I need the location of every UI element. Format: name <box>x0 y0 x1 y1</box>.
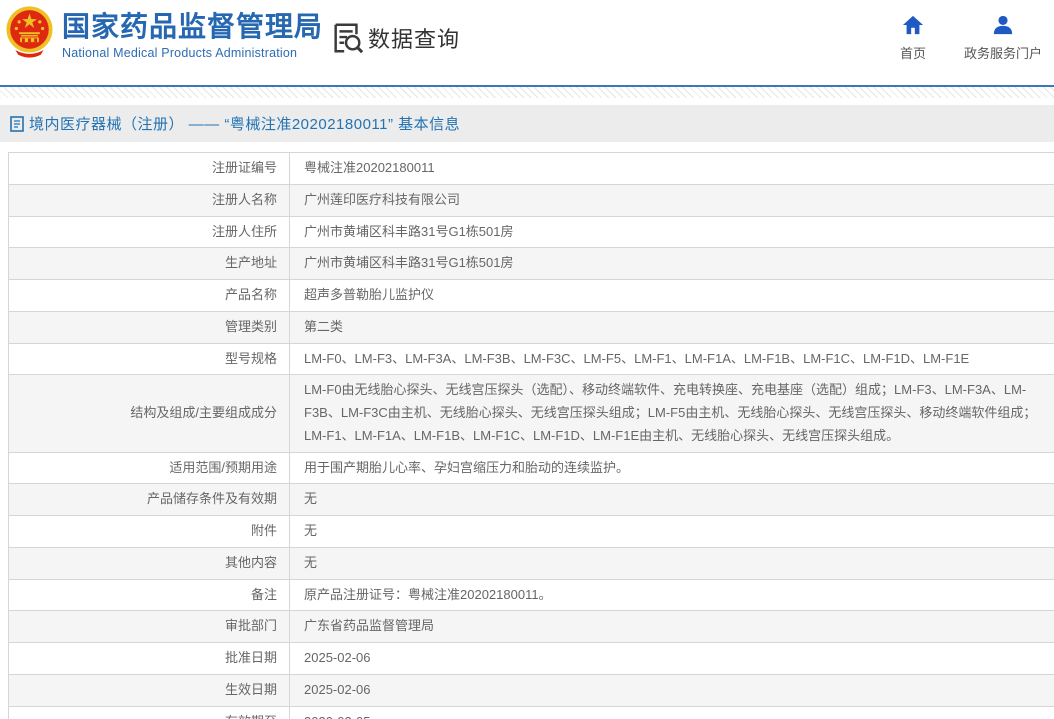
row-label: 注册证编号 <box>8 152 290 185</box>
row-value: 2030-02-05 <box>289 705 1054 719</box>
row-label: 其他内容 <box>8 546 290 580</box>
row-value: 第二类 <box>289 310 1054 344</box>
breadcrumb[interactable]: 境内医疗器械（注册） —— “粤械注准20202180011” 基本信息 <box>0 105 1054 142</box>
document-icon <box>10 115 24 132</box>
row-label: 备注 <box>8 578 290 612</box>
row-label: 附件 <box>8 515 290 548</box>
table-row: 其他内容无 <box>8 546 1054 580</box>
row-value: 2025-02-06 <box>289 642 1054 675</box>
table-row: 注册证编号 粤械注准20202180011 <box>8 152 1054 185</box>
row-value: LM-F0、LM-F3、LM-F3A、LM-F3B、LM-F3C、LM-F5、L… <box>289 342 1054 376</box>
hatch-band <box>0 87 1054 98</box>
row-label: 产品储存条件及有效期 <box>8 483 290 516</box>
table-row: 有效期至2030-02-05 <box>8 705 1054 719</box>
data-query-icon <box>334 23 364 54</box>
table-row: 适用范围/预期用途 用于围产期胎儿心率、孕妇宫缩压力和胎动的连续监护。 <box>8 451 1054 485</box>
spacer <box>0 98 1054 105</box>
row-label: 注册人住所 <box>8 215 290 249</box>
row-label: 型号规格 <box>8 342 290 376</box>
row-value: 2025-02-06 <box>289 673 1054 707</box>
site-title-en: National Medical Products Administration <box>62 46 298 61</box>
row-value: 粤械注准20202180011 <box>289 152 1054 185</box>
data-query-section[interactable]: 数据查询 <box>330 21 460 55</box>
table-row: 结构及组成/主要组成成分 LM-F0由无线胎心探头、无线宫压探头（选配）、移动终端… <box>8 374 1054 453</box>
row-value: 无 <box>289 483 1054 516</box>
row-label: 注册人名称 <box>8 183 290 217</box>
row-value: 原产品注册证号：粤械注准20202180011。 <box>289 578 1054 612</box>
table-row: 审批部门 广东省药品监督管理局 <box>8 610 1054 643</box>
table-row: 注册人名称 广州莲印医疗科技有限公司 <box>8 183 1054 217</box>
nav-home-label: 首页 <box>899 46 926 61</box>
row-value: 无 <box>289 546 1054 580</box>
row-value: 广州市黄埔区科丰路31号G1栋501房 <box>289 247 1054 280</box>
page-header: 国家药品监督管理局 National Medical Products Admi… <box>0 0 1054 85</box>
registration-info-table: 注册证编号 粤械注准20202180011 注册人名称 广州莲印医疗科技有限公司 注册人… <box>8 152 1054 719</box>
row-value: 广东省药品监督管理局 <box>289 610 1054 643</box>
row-value: 用于围产期胎儿心率、孕妇宫缩压力和胎动的连续监护。 <box>289 451 1054 485</box>
nav-gov-portal[interactable]: 政务服务门户 <box>964 14 1042 62</box>
table-row: 生产地址 广州市黄埔区科丰路31号G1栋501房 <box>8 247 1054 280</box>
home-icon <box>902 15 924 35</box>
top-nav: 首页 政务服务门户 <box>900 14 1042 62</box>
table-row: 管理类别 第二类 <box>8 310 1054 344</box>
row-label: 结构及组成/主要组成成分 <box>8 374 290 453</box>
info-table-body: 注册证编号 粤械注准20202180011 注册人名称 广州莲印医疗科技有限公司 注册人… <box>8 152 1054 719</box>
row-label: 管理类别 <box>8 310 290 344</box>
user-icon <box>993 15 1013 35</box>
row-label: 生效日期 <box>8 673 290 707</box>
row-label: 审批部门 <box>8 610 290 643</box>
table-row: 产品储存条件及有效期无 <box>8 483 1054 516</box>
registration-info-table-wrap: 注册证编号 粤械注准20202180011 注册人名称 广州莲印医疗科技有限公司 注册人… <box>8 152 1054 719</box>
breadcrumb-title: 境内医疗器械（注册） —— “粤械注准20202180011” 基本信息 <box>29 116 461 133</box>
row-label: 有效期至 <box>8 705 290 719</box>
table-row: 批准日期 2025-02-06 <box>8 642 1054 675</box>
national-emblem-logo <box>6 5 53 61</box>
table-row: 产品名称 超声多普勒胎儿监护仪 <box>8 279 1054 312</box>
row-label: 生产地址 <box>8 247 290 280</box>
table-row: 型号规格 LM-F0、LM-F3、LM-F3A、LM-F3B、LM-F3C、LM-… <box>8 342 1054 376</box>
row-label: 批准日期 <box>8 642 290 675</box>
nav-gov-portal-label: 政务服务门户 <box>963 46 1042 61</box>
table-row: 注册人住所 广州市黄埔区科丰路31号G1栋501房 <box>8 215 1054 249</box>
row-value: 超声多普勒胎儿监护仪 <box>289 279 1054 312</box>
table-row: 备注 原产品注册证号：粤械注准20202180011。 <box>8 578 1054 612</box>
data-query-label: 数据查询 <box>368 27 461 52</box>
table-row: 生效日期 2025-02-06 <box>8 673 1054 707</box>
row-value: 广州莲印医疗科技有限公司 <box>289 183 1054 217</box>
table-row: 附件无 <box>8 515 1054 548</box>
row-value: LM-F0由无线胎心探头、无线宫压探头（选配）、移动终端软件、充电转换座、充电基… <box>289 374 1054 453</box>
row-label: 产品名称 <box>8 279 290 312</box>
row-label: 适用范围/预期用途 <box>8 451 290 485</box>
site-brand: 国家药品监督管理局 National Medical Products Admi… <box>62 11 323 60</box>
nav-home[interactable]: 首页 <box>900 14 926 62</box>
site-title-zh: 国家药品监督管理局 <box>62 11 324 42</box>
row-value: 无 <box>289 515 1054 548</box>
row-value: 广州市黄埔区科丰路31号G1栋501房 <box>289 215 1054 249</box>
